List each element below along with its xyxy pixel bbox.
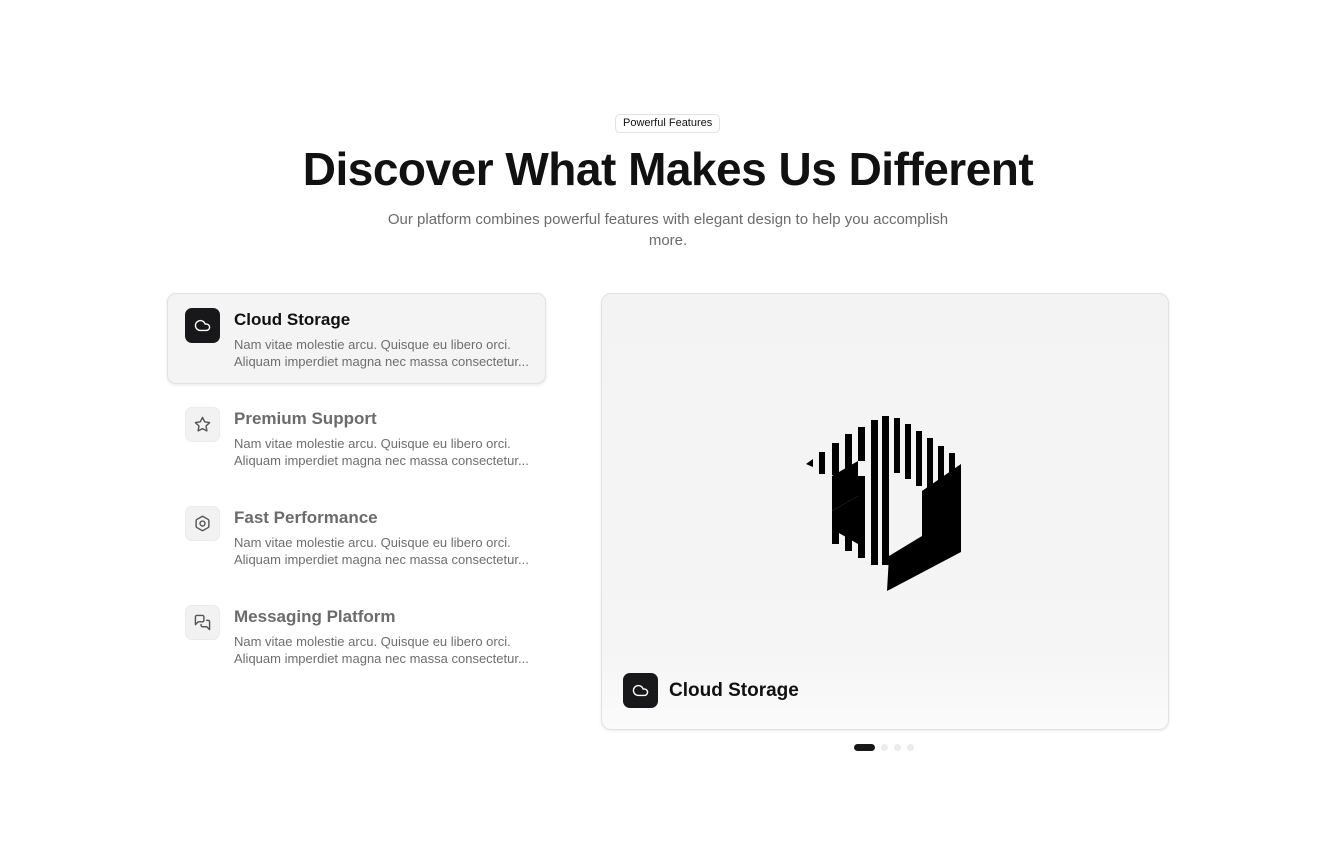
feature-preview-card: Cloud Storage <box>601 293 1169 730</box>
feature-description-line: Aliquam imperdiet magna nec massa consec… <box>234 552 529 567</box>
feature-description-line: Nam vitae molestie arcu. Quisque eu libe… <box>234 634 511 649</box>
feature-title: Messaging Platform <box>234 607 396 626</box>
feature-item-messaging-platform[interactable]: Messaging Platform Nam vitae molestie ar… <box>167 590 546 681</box>
feature-description-line: Aliquam imperdiet magna nec massa consec… <box>234 354 529 369</box>
feature-description-line: Nam vitae molestie arcu. Quisque eu libe… <box>234 436 511 451</box>
feature-item-fast-performance[interactable]: Fast Performance Nam vitae molestie arcu… <box>167 491 546 582</box>
carousel-indicators <box>854 743 920 751</box>
feature-description-line: Nam vitae molestie arcu. Quisque eu libe… <box>234 337 511 352</box>
feature-list: Cloud Storage Nam vitae molestie arcu. Q… <box>167 293 546 689</box>
carousel-dot-2[interactable] <box>881 743 888 751</box>
feature-item-cloud-storage[interactable]: Cloud Storage Nam vitae molestie arcu. Q… <box>167 293 546 384</box>
striped-cube-logo <box>806 416 961 591</box>
feature-item-premium-support[interactable]: Premium Support Nam vitae molestie arcu.… <box>167 392 546 483</box>
feature-description: Nam vitae molestie arcu. Quisque eu libe… <box>234 336 529 370</box>
feature-title: Cloud Storage <box>234 310 351 329</box>
feature-title: Premium Support <box>234 409 377 428</box>
cloud-icon <box>623 673 658 708</box>
carousel-dot-4[interactable] <box>907 743 914 751</box>
cloud-icon <box>185 308 220 343</box>
section-title: Discover What Makes Us Different <box>302 143 1034 195</box>
feature-description-line: Aliquam imperdiet magna nec massa consec… <box>234 651 529 666</box>
feature-description-line: Nam vitae molestie arcu. Quisque eu libe… <box>234 535 511 550</box>
feature-description: Nam vitae molestie arcu. Quisque eu libe… <box>234 633 529 667</box>
chat-bubbles-icon <box>185 605 220 640</box>
feature-description-line: Aliquam imperdiet magna nec massa consec… <box>234 453 529 468</box>
preview-title: Cloud Storage <box>669 680 799 701</box>
hexagon-icon <box>185 506 220 541</box>
feature-description: Nam vitae molestie arcu. Quisque eu libe… <box>234 435 529 469</box>
carousel-dot-3[interactable] <box>894 743 901 751</box>
section-subtitle: Our platform combines powerful features … <box>387 211 949 249</box>
star-icon <box>185 407 220 442</box>
feature-description: Nam vitae molestie arcu. Quisque eu libe… <box>234 534 529 568</box>
feature-title: Fast Performance <box>234 508 378 527</box>
carousel-dot-1[interactable] <box>854 743 875 751</box>
section-badge: Powerful Features <box>615 114 721 133</box>
